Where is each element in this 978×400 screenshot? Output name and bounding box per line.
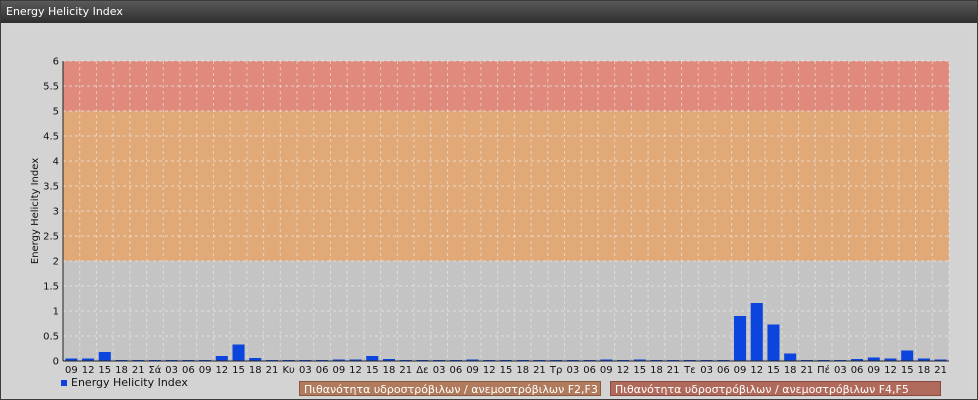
x-tick-label: Δε [416,365,428,376]
x-tick-label: 15 [366,365,379,376]
x-tick-label: 12 [483,365,496,376]
band-label-f2-f3: Πιθανότητα υδροστρόβιλων / ανεμοστρόβιλω… [299,381,601,396]
x-tick-label: 21 [667,365,680,376]
x-tick-label: 06 [449,365,462,376]
band-label-f4-f5: Πιθανότητα υδροστρόβιλων / ανεμοστρόβιλω… [610,381,941,396]
x-tick-label: 12 [82,365,95,376]
x-tick-label: 15 [633,365,646,376]
x-tick-label: Τρ [549,365,562,376]
x-tick-label: 03 [834,365,847,376]
x-tick-label: 03 [165,365,178,376]
y-tick-label: 5.5 [43,82,59,93]
x-tick-label: 12 [617,365,630,376]
x-tick-label: 03 [700,365,713,376]
x-tick-label: 06 [316,365,329,376]
x-tick-label: 12 [349,365,362,376]
x-tick-label: 12 [884,365,897,376]
x-tick-label: 21 [934,365,947,376]
x-tick-label: 09 [65,365,78,376]
x-tick-label: Σά [148,364,161,376]
legend[interactable]: Energy Helicity Index [61,376,188,389]
y-tick-label: 3.5 [43,182,59,193]
x-tick-label: 15 [232,365,245,376]
x-tick-label: 21 [399,365,412,376]
y-tick-label: 4 [53,157,59,168]
bar [750,303,763,361]
x-tick-label: 21 [132,365,145,376]
x-tick-label: 03 [433,365,446,376]
x-tick-label: 03 [299,365,312,376]
y-tick-label: 0 [53,357,59,368]
x-tick-label: 09 [734,365,747,376]
x-tick-label: 09 [199,365,212,376]
x-tick-label: Κυ [283,365,296,376]
bar [98,352,111,361]
y-tick-label: 2 [53,257,59,268]
x-tick-label: 18 [650,365,663,376]
x-tick-label: 18 [784,365,797,376]
y-tick-label: 1 [53,307,59,318]
bar [734,316,747,361]
x-tick-label: 12 [750,365,763,376]
x-tick-label: 06 [851,365,864,376]
bar [901,350,914,361]
y-tick-label: 3 [53,207,59,218]
x-tick-label: 06 [583,365,596,376]
x-tick-label: 09 [600,365,613,376]
x-tick-label: 18 [918,365,931,376]
x-tick-label: 15 [901,365,914,376]
bar [366,356,379,361]
bar [867,357,880,361]
x-tick-label: 21 [533,365,546,376]
bar [232,344,245,361]
x-tick-label: 06 [182,365,195,376]
y-tick-label: 5 [53,107,59,118]
x-tick-label: 15 [500,365,513,376]
x-tick-label: 18 [249,365,262,376]
y-tick-label: 1.5 [43,282,59,293]
x-tick-label: 15 [767,365,780,376]
x-tick-label: 12 [215,365,228,376]
x-tick-label: 18 [383,365,396,376]
y-tick-label: 2.5 [43,232,59,243]
x-tick-label: 18 [516,365,529,376]
x-tick-label: 21 [801,365,814,376]
bar [767,324,780,361]
x-tick-label: 09 [332,365,345,376]
x-tick-label: 09 [867,365,880,376]
x-tick-label: 06 [717,365,730,376]
bar [784,353,797,361]
y-tick-labels: 0 0.5 1 1.5 2 2.5 3 3.5 4 4.5 5 5.5 6 [43,57,59,368]
y-tick-label: 0.5 [43,332,59,343]
x-tick-label: 15 [98,365,111,376]
y-axis-label: Energy Helicity Index [30,158,41,264]
y-tick-label: 6 [53,57,59,68]
chart-window: Energy Helicity Index 0 0.5 1 1.5 2 2.5 3 3.5 4 4… [0,0,978,400]
x-tick-label: Τε [683,365,696,376]
y-tick-label: 4.5 [43,132,59,143]
x-tick-label: 03 [567,365,580,376]
ehi-chart: 00.511.522.533.544.555.56 09 12 15 18 21 Σά 03… [30,57,950,376]
legend-label: Energy Helicity Index [71,376,188,389]
x-tick-label: 09 [466,365,479,376]
x-tick-labels: 09 12 15 18 21 Σά 03 06 09 12 15 18 21 Κυ 03 06 09 12 15 18… [65,364,947,376]
x-tick-label: Πέ [817,364,830,376]
legend-swatch [61,379,67,386]
x-tick-label: 18 [115,365,128,376]
bar [215,356,228,361]
x-tick-label: 21 [266,365,279,376]
